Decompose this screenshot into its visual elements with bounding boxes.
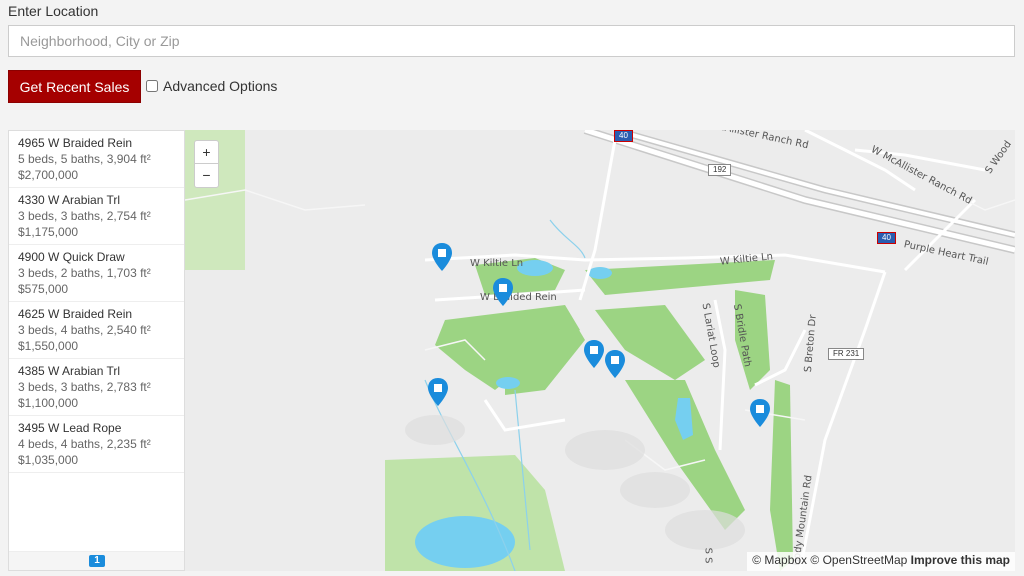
advanced-options-checkbox[interactable] [146,80,158,92]
road-label: W Kiltie Ln [470,258,524,269]
mapbox-link[interactable]: © Mapbox [752,553,807,567]
listing-details: 5 beds, 5 baths, 3,904 ft² [18,152,151,166]
list-item[interactable]: 4330 W Arabian Trl 3 beds, 3 baths, 2,75… [9,188,184,245]
zoom-controls: + − [194,140,219,188]
route-shield: 192 [708,164,732,176]
advanced-options[interactable]: Advanced Options [146,78,277,94]
listing-address: 4900 W Quick Draw [18,250,125,264]
listing-address: 4330 W Arabian Trl [18,193,121,207]
listing-pin-icon[interactable] [492,277,514,307]
advanced-options-label: Advanced Options [163,78,278,94]
osm-link[interactable]: © OpenStreetMap [810,553,907,567]
list-item[interactable]: 4385 W Arabian Trl 3 beds, 3 baths, 2,78… [9,359,184,416]
pagination: 1 [9,551,184,570]
list-item[interactable]: 4625 W Braided Rein 3 beds, 4 baths, 2,5… [9,302,184,359]
listing-pin-icon[interactable] [431,242,453,272]
listing-address: 4385 W Arabian Trl [18,364,121,378]
listing-price: $1,175,000 [18,225,79,239]
road-label: S S [702,547,714,564]
map-attribution: © Mapbox © OpenStreetMap Improve this ma… [747,552,1015,571]
page-number-button[interactable]: 1 [89,555,105,567]
water [415,516,515,568]
improve-map-link[interactable]: Improve this map [911,553,1010,567]
listing-price: $575,000 [18,282,69,296]
listing-address: 3495 W Lead Rope [18,421,122,435]
listing-details: 3 beds, 3 baths, 2,754 ft² [18,209,151,223]
water [588,267,612,279]
location-search-input[interactable] [8,25,1015,57]
listing-details: 4 beds, 4 baths, 2,235 ft² [18,437,151,451]
list-item[interactable]: 3495 W Lead Rope 4 beds, 4 baths, 2,235 … [9,416,184,473]
get-recent-sales-button[interactable]: Get Recent Sales [8,70,141,103]
zoom-in-button[interactable]: + [195,141,218,164]
list-item[interactable]: 4900 W Quick Draw 3 beds, 2 baths, 1,703… [9,245,184,302]
location-label: Enter Location [8,3,99,19]
listing-price: $1,100,000 [18,396,79,410]
list-item[interactable]: 4965 W Braided Rein 5 beds, 5 baths, 3,9… [9,131,184,188]
listing-address: 4625 W Braided Rein [18,307,133,321]
listing-details: 3 beds, 4 baths, 2,540 ft² [18,323,151,337]
listing-pin-icon[interactable] [604,349,626,379]
results-list: 4965 W Braided Rein 5 beds, 5 baths, 3,9… [8,130,185,571]
listing-pin-icon[interactable] [749,398,771,428]
listing-details: 3 beds, 3 baths, 2,783 ft² [18,380,151,394]
map-view[interactable]: + − McAllister Ranch Rd W McAllister Ran… [185,130,1015,571]
listing-price: $1,035,000 [18,453,79,467]
listing-details: 3 beds, 2 baths, 1,703 ft² [18,266,151,280]
interstate-shield: 40 [614,130,633,142]
listing-price: $2,700,000 [18,168,79,182]
interstate-shield: 40 [877,232,896,244]
water [496,377,520,389]
zoom-out-button[interactable]: − [195,164,218,187]
listing-pin-icon[interactable] [583,339,605,369]
route-shield: FR 231 [828,348,865,360]
listing-address: 4965 W Braided Rein [18,136,133,150]
listing-price: $1,550,000 [18,339,79,353]
listing-pin-icon[interactable] [427,377,449,407]
